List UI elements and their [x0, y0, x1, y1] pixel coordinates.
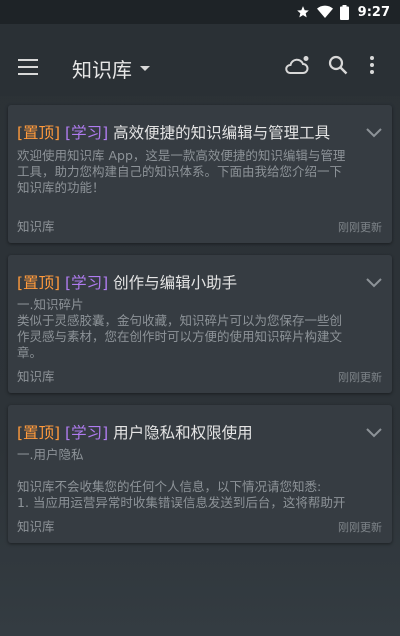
cloud-sync-icon[interactable]	[284, 55, 310, 77]
preview-line	[17, 463, 382, 479]
note-footer: 知识库 刚刚更新	[17, 216, 382, 235]
chevron-down-icon[interactable]	[366, 123, 382, 142]
note-library: 知识库	[17, 219, 55, 234]
note-updated: 刚刚更新	[338, 521, 382, 534]
search-icon[interactable]	[328, 55, 348, 75]
note-preview: 一.知识碎片 类似于灵感胶囊，金句收藏，知识碎片可以为您保存一些创 作灵感与素材…	[17, 297, 382, 361]
status-time: 9:27	[357, 4, 390, 20]
battery-icon	[339, 4, 349, 20]
menu-icon[interactable]	[18, 59, 38, 75]
note-library: 知识库	[17, 519, 55, 534]
preview-line: 知识库的功能！	[17, 180, 105, 195]
preview-line: 工具，助力您构建自己的知识体系。下面由我给您介绍一下	[17, 164, 343, 179]
category-tag: [学习]	[65, 424, 109, 442]
star-icon	[296, 5, 310, 19]
pinned-tag: [置顶]	[17, 424, 61, 442]
note-library: 知识库	[17, 369, 55, 384]
note-footer: 知识库 刚刚更新	[17, 366, 382, 385]
preview-line: 知识库不会收集您的任何个人信息，以下情况请您知悉:	[17, 479, 322, 494]
note-title: [置顶] [学习] 高效便捷的知识编辑与管理工具	[17, 121, 352, 143]
library-selector[interactable]: 知识库	[72, 54, 150, 83]
category-tag: [学习]	[65, 274, 109, 292]
note-title-text: 用户隐私和权限使用	[113, 424, 253, 442]
preview-line: 1. 当应用运营异常时收集错误信息发送到后台，这将帮助开	[17, 495, 346, 510]
caret-down-icon	[140, 66, 150, 71]
note-updated: 刚刚更新	[338, 221, 382, 234]
chevron-down-icon[interactable]	[366, 423, 382, 442]
note-footer: 知识库 刚刚更新	[17, 516, 382, 535]
app-bar: 知识库	[0, 24, 400, 96]
preview-line: 一.知识碎片	[17, 297, 84, 312]
note-title: [置顶] [学习] 用户隐私和权限使用	[17, 421, 352, 443]
note-title: [置顶] [学习] 创作与编辑小助手	[17, 271, 352, 293]
pinned-tag: [置顶]	[17, 274, 61, 292]
note-card[interactable]: [置顶] [学习] 高效便捷的知识编辑与管理工具 欢迎使用知识库 App，这是一…	[8, 105, 392, 243]
preview-line: 一.用户隐私	[17, 447, 84, 462]
preview-line: 欢迎使用知识库 App，这是一款高效便捷的知识编辑与管理	[17, 148, 346, 163]
preview-line: 章。	[17, 345, 43, 360]
wifi-icon	[316, 5, 333, 19]
more-vert-icon[interactable]	[369, 55, 375, 75]
note-card[interactable]: [置顶] [学习] 用户隐私和权限使用 一.用户隐私 知识库不会收集您的任何个人…	[8, 405, 392, 543]
note-title-text: 创作与编辑小助手	[113, 274, 238, 292]
status-bar: 9:27	[0, 0, 400, 24]
note-card[interactable]: [置顶] [学习] 创作与编辑小助手 一.知识碎片 类似于灵感胶囊，金句收藏，知…	[8, 255, 392, 393]
preview-line: 类似于灵感胶囊，金句收藏，知识碎片可以为您保存一些创	[17, 313, 343, 328]
page-title: 知识库	[72, 58, 132, 82]
chevron-down-icon[interactable]	[366, 273, 382, 292]
pinned-tag: [置顶]	[17, 124, 61, 142]
note-preview: 欢迎使用知识库 App，这是一款高效便捷的知识编辑与管理 工具，助力您构建自己的…	[17, 148, 382, 196]
preview-line: 作灵感与素材，您在创作时可以方便的使用知识碎片构建文	[17, 329, 343, 344]
note-preview: 一.用户隐私 知识库不会收集您的任何个人信息，以下情况请您知悉: 1. 当应用运…	[17, 447, 382, 511]
note-title-text: 高效便捷的知识编辑与管理工具	[113, 124, 331, 142]
category-tag: [学习]	[65, 124, 109, 142]
note-updated: 刚刚更新	[338, 371, 382, 384]
